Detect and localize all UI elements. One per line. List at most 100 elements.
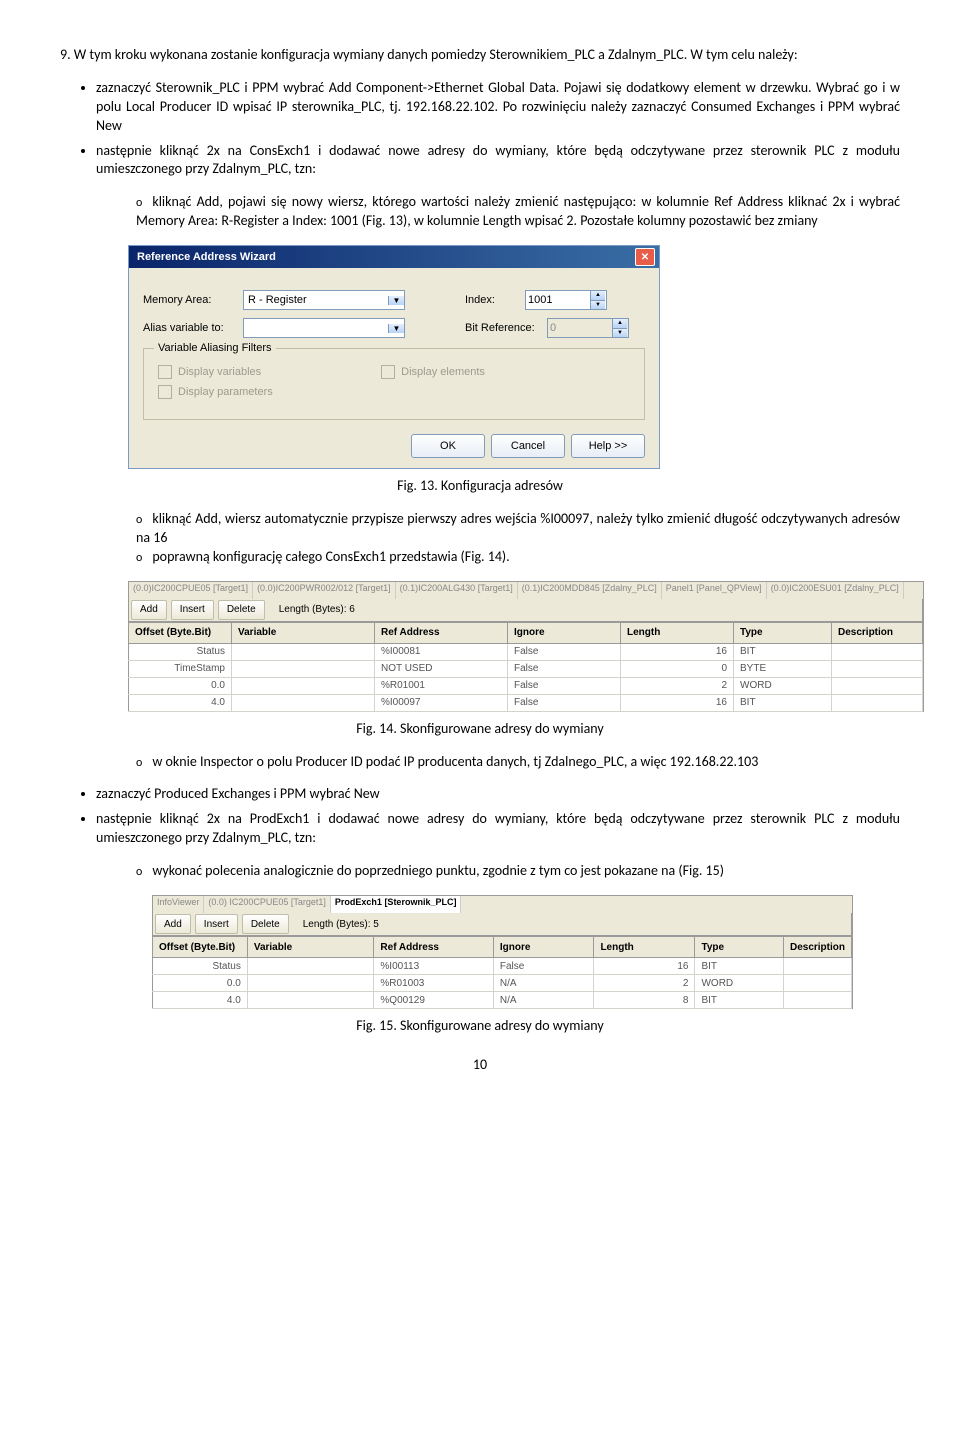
column-header[interactable]: Description xyxy=(783,937,851,958)
index-input[interactable] xyxy=(526,291,590,309)
table-cell[interactable] xyxy=(832,694,923,711)
table-cell[interactable] xyxy=(832,660,923,677)
table-cell[interactable]: 0.0 xyxy=(153,975,248,992)
index-spinbox[interactable]: ▲▼ xyxy=(525,290,607,310)
table-cell[interactable]: Status xyxy=(153,958,248,975)
table-cell[interactable]: 8 xyxy=(594,992,695,1009)
column-header[interactable]: Variable xyxy=(247,937,374,958)
table-cell[interactable]: BYTE xyxy=(734,660,832,677)
tab[interactable]: (0.0)IC200ESU01 [Zdalny_PLC] xyxy=(767,582,904,599)
table-cell[interactable]: WORD xyxy=(695,975,784,992)
chevron-down-icon[interactable]: ▼ xyxy=(388,324,404,333)
tab[interactable]: (0.1)IC200MDD845 [Zdalny_PLC] xyxy=(518,582,662,599)
table-cell[interactable] xyxy=(232,677,375,694)
table-row[interactable]: 4.0 %I00097False16BIT xyxy=(129,694,923,711)
column-header[interactable]: Variable xyxy=(232,622,375,643)
insert-button[interactable]: Insert xyxy=(171,600,214,620)
table-cell[interactable]: False xyxy=(493,958,594,975)
table-cell[interactable] xyxy=(247,992,374,1009)
cancel-button[interactable]: Cancel xyxy=(491,434,565,458)
table-cell[interactable]: %I00097 xyxy=(375,694,508,711)
column-header[interactable]: Offset (Byte.Bit) xyxy=(153,937,248,958)
column-header[interactable]: Ref Address xyxy=(375,622,508,643)
table-cell[interactable]: 0.0 xyxy=(129,677,232,694)
table-row[interactable]: 0.0 %R01003N/A2WORD xyxy=(153,975,852,992)
table-cell[interactable]: Status xyxy=(129,643,232,660)
table-cell[interactable]: False xyxy=(508,643,621,660)
table-row[interactable]: 4.0 %Q00129N/A8BIT xyxy=(153,992,852,1009)
tab[interactable]: (0.0) IC200CPUE05 [Target1] xyxy=(204,896,331,913)
fig15-tabstrip[interactable]: InfoViewer(0.0) IC200CPUE05 [Target1]Pro… xyxy=(152,895,852,913)
table-cell[interactable]: False xyxy=(508,677,621,694)
column-header[interactable]: Description xyxy=(832,622,923,643)
table-cell[interactable] xyxy=(832,643,923,660)
column-header[interactable]: Type xyxy=(734,622,832,643)
table-cell[interactable]: 16 xyxy=(594,958,695,975)
table-cell[interactable]: %R01001 xyxy=(375,677,508,694)
table-cell[interactable] xyxy=(232,694,375,711)
table-cell[interactable] xyxy=(232,660,375,677)
table-cell[interactable]: BIT xyxy=(734,694,832,711)
table-row[interactable]: 0.0 %R01001False2WORD xyxy=(129,677,923,694)
column-header[interactable]: Type xyxy=(695,937,784,958)
table-cell[interactable] xyxy=(783,992,851,1009)
spin-down-icon[interactable]: ▼ xyxy=(591,301,605,310)
table-cell[interactable]: BIT xyxy=(734,643,832,660)
table-cell[interactable] xyxy=(247,958,374,975)
column-header[interactable]: Ignore xyxy=(508,622,621,643)
table-cell[interactable]: TimeStamp xyxy=(129,660,232,677)
tab[interactable]: ProdExch1 [Sterownik_PLC] xyxy=(331,896,462,913)
spin-up-icon[interactable]: ▲ xyxy=(591,291,605,301)
tab[interactable]: (0.1)IC200ALG430 [Target1] xyxy=(396,582,518,599)
table-cell[interactable] xyxy=(232,643,375,660)
wizard-titlebar[interactable]: Reference Address Wizard ✕ xyxy=(129,246,659,268)
fig15-grid[interactable]: Offset (Byte.Bit)VariableRef AddressIgno… xyxy=(152,936,852,1009)
table-cell[interactable]: BIT xyxy=(695,992,784,1009)
table-cell[interactable]: 4.0 xyxy=(153,992,248,1009)
table-cell[interactable]: %I00081 xyxy=(375,643,508,660)
alias-combo[interactable]: ▼ xyxy=(243,318,405,338)
column-header[interactable]: Ignore xyxy=(493,937,594,958)
memory-area-combo[interactable]: R - Register ▼ xyxy=(243,290,405,310)
add-button[interactable]: Add xyxy=(131,600,167,620)
column-header[interactable]: Length xyxy=(594,937,695,958)
table-row[interactable]: TimeStampNOT USEDFalse0BYTE xyxy=(129,660,923,677)
insert-button[interactable]: Insert xyxy=(195,914,238,934)
delete-button[interactable]: Delete xyxy=(242,914,289,934)
table-row[interactable]: Status %I00081False16BIT xyxy=(129,643,923,660)
chevron-down-icon[interactable]: ▼ xyxy=(388,296,404,305)
table-row[interactable]: Status %I00113False16BIT xyxy=(153,958,852,975)
tab[interactable]: Panel1 [Panel_QPView] xyxy=(662,582,767,599)
table-cell[interactable] xyxy=(783,958,851,975)
delete-button[interactable]: Delete xyxy=(218,600,265,620)
column-header[interactable]: Ref Address xyxy=(374,937,493,958)
table-cell[interactable] xyxy=(783,975,851,992)
table-cell[interactable]: 2 xyxy=(621,677,734,694)
table-cell[interactable]: 0 xyxy=(621,660,734,677)
column-header[interactable]: Length xyxy=(621,622,734,643)
table-cell[interactable]: False xyxy=(508,694,621,711)
table-cell[interactable]: %Q00129 xyxy=(374,992,493,1009)
table-cell[interactable]: N/A xyxy=(493,975,594,992)
table-cell[interactable]: BIT xyxy=(695,958,784,975)
tab[interactable]: (0.0)IC200CPUE05 [Target1] xyxy=(129,582,253,599)
table-cell[interactable]: 2 xyxy=(594,975,695,992)
ok-button[interactable]: OK xyxy=(411,434,485,458)
help-button[interactable]: Help >> xyxy=(571,434,645,458)
tab[interactable]: (0.0)IC200PWR002/012 [Target1] xyxy=(253,582,396,599)
fig14-grid[interactable]: Offset (Byte.Bit)VariableRef AddressIgno… xyxy=(128,622,923,712)
table-cell[interactable]: 16 xyxy=(621,643,734,660)
table-cell[interactable]: %I00113 xyxy=(374,958,493,975)
add-button[interactable]: Add xyxy=(155,914,191,934)
column-header[interactable]: Offset (Byte.Bit) xyxy=(129,622,232,643)
table-cell[interactable]: %R01003 xyxy=(374,975,493,992)
tab[interactable]: InfoViewer xyxy=(153,896,204,913)
close-icon[interactable]: ✕ xyxy=(635,248,655,266)
table-cell[interactable] xyxy=(832,677,923,694)
fig14-tabstrip[interactable]: (0.0)IC200CPUE05 [Target1](0.0)IC200PWR0… xyxy=(128,581,923,599)
table-cell[interactable]: False xyxy=(508,660,621,677)
table-cell[interactable]: 16 xyxy=(621,694,734,711)
table-cell[interactable]: N/A xyxy=(493,992,594,1009)
table-cell[interactable]: WORD xyxy=(734,677,832,694)
table-cell[interactable]: 4.0 xyxy=(129,694,232,711)
